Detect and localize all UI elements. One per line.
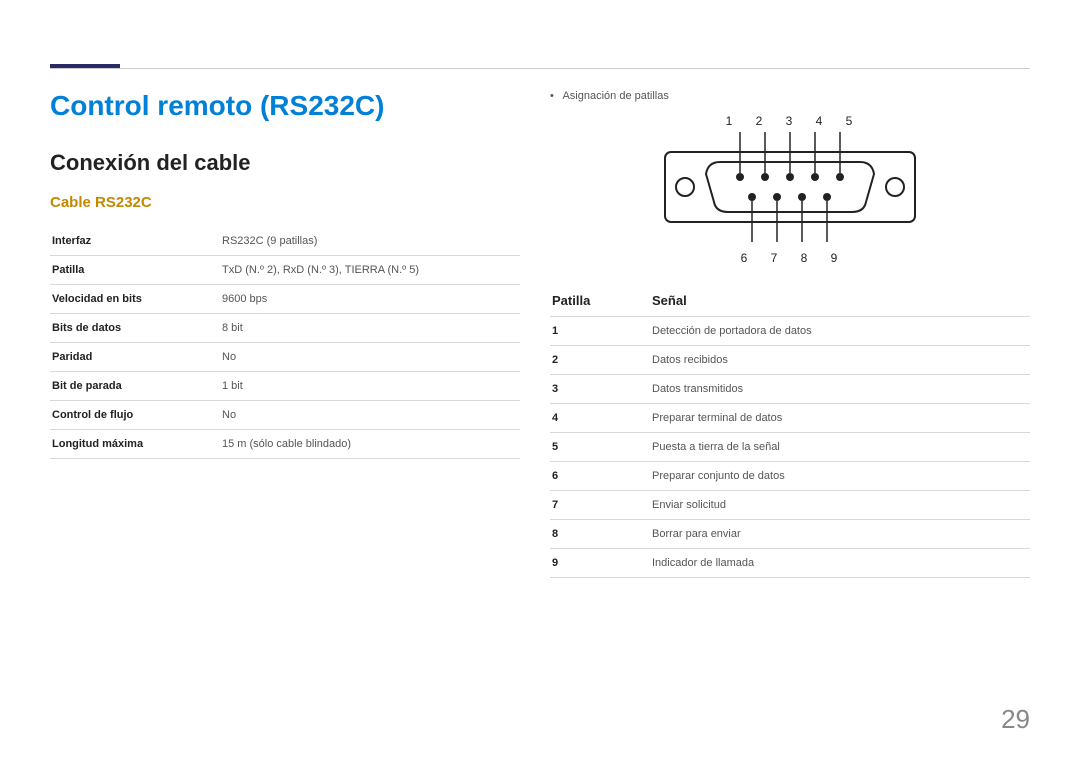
spec-key: Bits de datos	[50, 314, 220, 343]
right-column: • Asignación de patillas 1 2 3 4 5	[550, 90, 1030, 578]
pin-number: 6	[550, 462, 650, 491]
header-accent-bar	[50, 50, 120, 68]
spec-value: 15 m (sólo cable blindado)	[220, 430, 520, 459]
connector-diagram: 1 2 3 4 5	[550, 114, 1030, 265]
spec-value: RS232C (9 patillas)	[220, 227, 520, 256]
pin-signal: Datos recibidos	[650, 346, 1030, 375]
bullet-dot-icon: •	[550, 90, 560, 102]
table-row: 4Preparar terminal de datos	[550, 404, 1030, 433]
pin-signal: Indicador de llamada	[650, 549, 1030, 578]
spec-key: Velocidad en bits	[50, 285, 220, 314]
pin-number: 4	[550, 404, 650, 433]
spec-key: Paridad	[50, 343, 220, 372]
table-row: Longitud máxima15 m (sólo cable blindado…	[50, 430, 520, 459]
table-row: PatillaTxD (N.º 2), RxD (N.º 3), TIERRA …	[50, 256, 520, 285]
page-title: Control remoto (RS232C)	[50, 90, 520, 122]
table-row: 1Detección de portadora de datos	[550, 317, 1030, 346]
signal-header: Señal	[650, 285, 1030, 317]
table-row: 8Borrar para enviar	[550, 520, 1030, 549]
table-row: Velocidad en bits9600 bps	[50, 285, 520, 314]
pin-signal: Detección de portadora de datos	[650, 317, 1030, 346]
spec-value: No	[220, 343, 520, 372]
pin-signal: Preparar conjunto de datos	[650, 462, 1030, 491]
table-row: Control de flujoNo	[50, 401, 520, 430]
pin-labels-top: 1 2 3 4 5	[558, 114, 1030, 128]
spec-key: Control de flujo	[50, 401, 220, 430]
table-row: 7Enviar solicitud	[550, 491, 1030, 520]
page-number: 29	[1001, 704, 1030, 735]
spec-value: No	[220, 401, 520, 430]
table-row: 6Preparar conjunto de datos	[550, 462, 1030, 491]
pin-number: 5	[550, 433, 650, 462]
pin-labels-bottom: 6 7 8 9	[558, 251, 1030, 265]
pin-signal: Borrar para enviar	[650, 520, 1030, 549]
pin-number: 9	[550, 549, 650, 578]
spec-value: 9600 bps	[220, 285, 520, 314]
pin-signal: Puesta a tierra de la señal	[650, 433, 1030, 462]
pin-number: 7	[550, 491, 650, 520]
table-row: 5Puesta a tierra de la señal	[550, 433, 1030, 462]
spec-key: Patilla	[50, 256, 220, 285]
page-subtitle: Conexión del cable	[50, 150, 520, 176]
spec-key: Interfaz	[50, 227, 220, 256]
pin-number: 3	[550, 375, 650, 404]
table-header-row: Patilla Señal	[550, 285, 1030, 317]
table-row: 9Indicador de llamada	[550, 549, 1030, 578]
header-rule	[50, 68, 1030, 69]
pin-signal: Enviar solicitud	[650, 491, 1030, 520]
document-page: Control remoto (RS232C) Conexión del cab…	[0, 0, 1080, 763]
pin-signal: Preparar terminal de datos	[650, 404, 1030, 433]
bullet-pin-assignment: • Asignación de patillas	[550, 90, 1030, 102]
spec-table: InterfazRS232C (9 patillas) PatillaTxD (…	[50, 227, 520, 459]
pin-number: 1	[550, 317, 650, 346]
left-column: Control remoto (RS232C) Conexión del cab…	[50, 90, 520, 578]
pin-number: 2	[550, 346, 650, 375]
table-row: InterfazRS232C (9 patillas)	[50, 227, 520, 256]
table-row: Bit de parada1 bit	[50, 372, 520, 401]
pin-number: 8	[550, 520, 650, 549]
pin-signal-table: Patilla Señal 1Detección de portadora de…	[550, 285, 1030, 578]
bullet-text: Asignación de patillas	[562, 90, 668, 102]
spec-value: 1 bit	[220, 372, 520, 401]
content-columns: Control remoto (RS232C) Conexión del cab…	[50, 90, 1030, 578]
table-row: Bits de datos8 bit	[50, 314, 520, 343]
table-row: 3Datos transmitidos	[550, 375, 1030, 404]
spec-value: 8 bit	[220, 314, 520, 343]
db9-connector-icon	[660, 132, 920, 242]
table-row: 2Datos recibidos	[550, 346, 1030, 375]
table-row: ParidadNo	[50, 343, 520, 372]
section-heading: Cable RS232C	[50, 194, 520, 211]
pin-header: Patilla	[550, 285, 650, 317]
spec-key: Bit de parada	[50, 372, 220, 401]
pin-signal: Datos transmitidos	[650, 375, 1030, 404]
spec-value: TxD (N.º 2), RxD (N.º 3), TIERRA (N.º 5)	[220, 256, 520, 285]
spec-key: Longitud máxima	[50, 430, 220, 459]
